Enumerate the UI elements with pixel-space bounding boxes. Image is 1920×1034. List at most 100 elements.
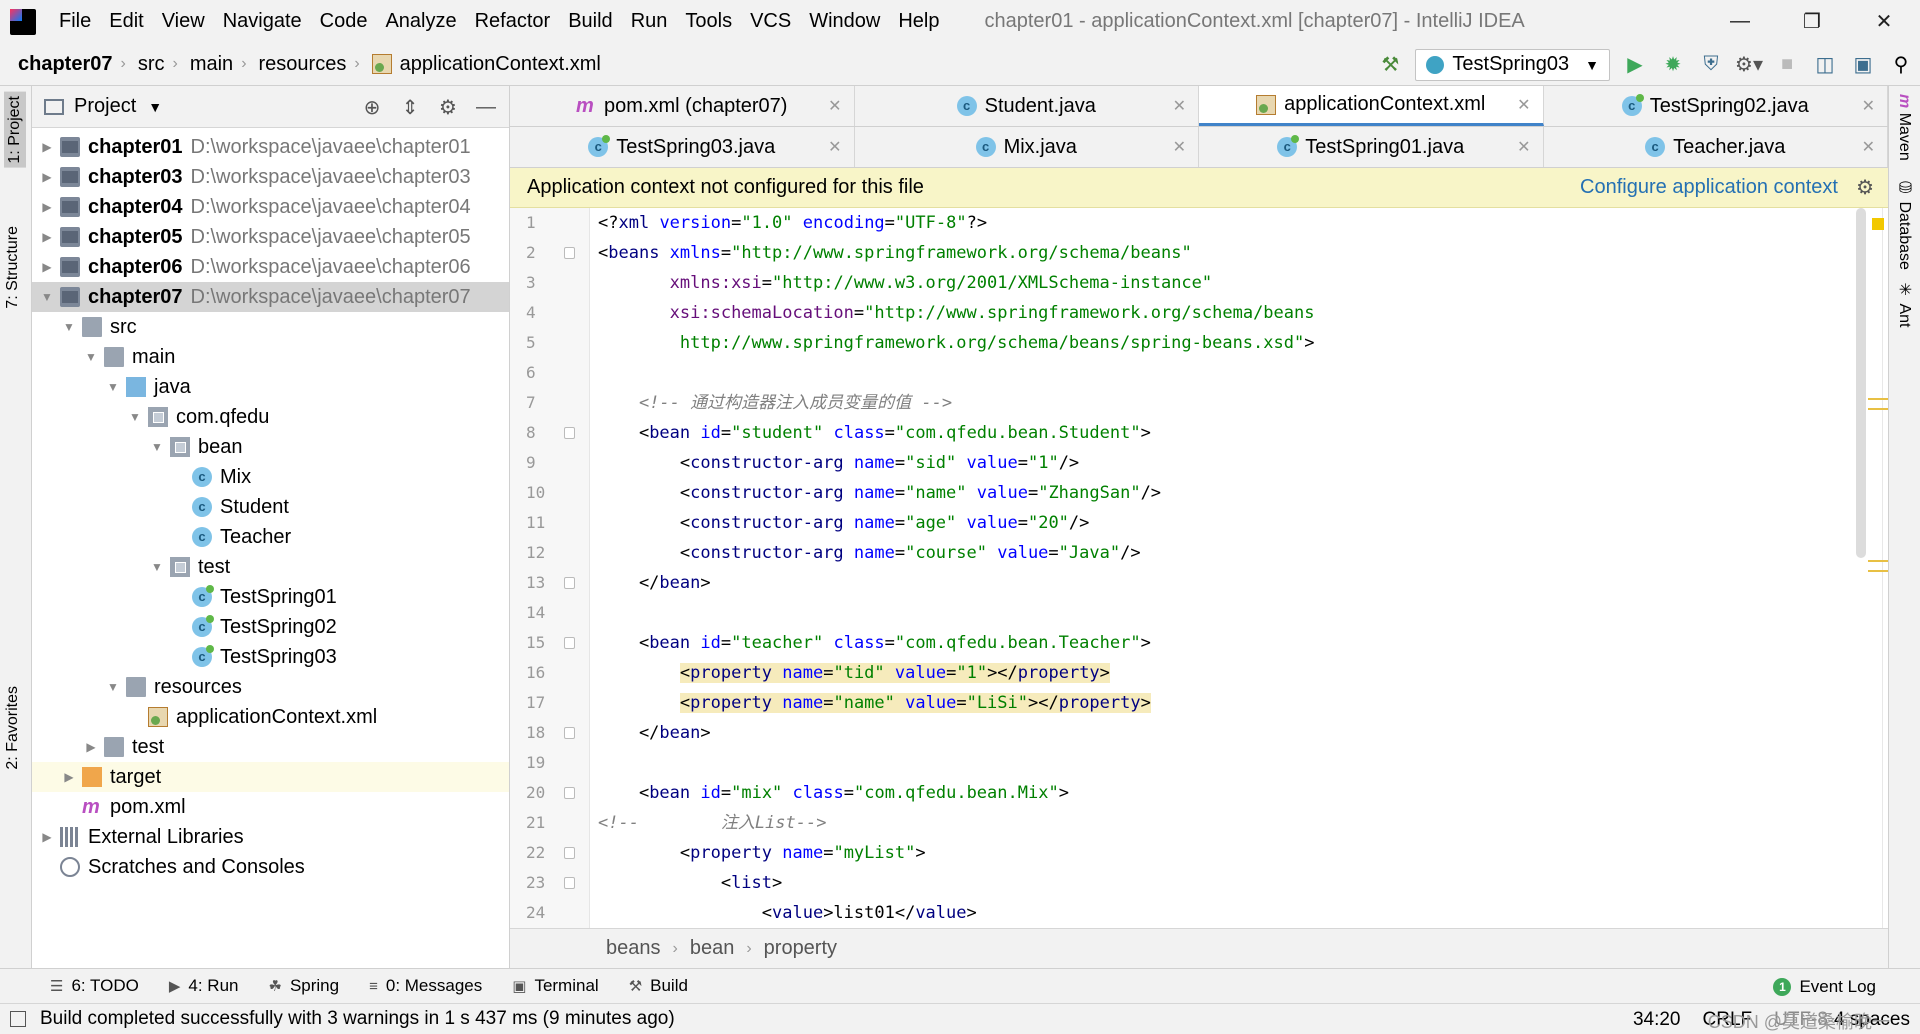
fold-marker-icon[interactable] xyxy=(564,637,575,649)
tree-node[interactable]: ▶ chapter06 D:\workspace\javaee\chapter06 xyxy=(32,252,509,282)
tree-node[interactable]: ▶ target xyxy=(32,762,509,792)
line-number[interactable]: 2 xyxy=(510,238,589,268)
breadcrumb-item[interactable]: resources xyxy=(251,53,351,76)
editor-tab[interactable]: c TestSpring01.java ✕ xyxy=(1199,127,1544,167)
line-number[interactable]: 4 xyxy=(510,298,589,328)
line-number[interactable]: 19 xyxy=(510,748,589,778)
editor-breadcrumb-item[interactable]: bean xyxy=(690,937,735,960)
maven-tool-tab[interactable]: m Maven xyxy=(1895,94,1913,161)
tree-node[interactable]: ▼ main xyxy=(32,342,509,372)
favorites-tool-tab[interactable]: 2: Favorites xyxy=(4,686,22,770)
chevron-down-icon[interactable]: ▼ xyxy=(148,99,162,115)
tool-window-messages[interactable]: ≡ 0: Messages xyxy=(369,976,482,996)
line-number[interactable]: 12 xyxy=(510,538,589,568)
code-line[interactable]: <!-- 注入List--> xyxy=(590,808,1888,838)
code-editor[interactable]: 1 2 3 4 5 6 7 8 9 10 11 12 13 14 15 16 17 18 19 20 21 22 23 24 … xyxy=(510,208,1888,928)
tree-node[interactable]: ▼ java xyxy=(32,372,509,402)
gear-icon[interactable]: ⚙ xyxy=(1856,175,1874,200)
tree-node[interactable]: ▶ chapter03 D:\workspace\javaee\chapter03 xyxy=(32,162,509,192)
fold-marker-icon[interactable] xyxy=(564,247,575,259)
close-icon[interactable]: ✕ xyxy=(828,96,841,116)
code-line[interactable]: http://www.springframework.org/schema/be… xyxy=(590,328,1888,358)
tree-node[interactable]: m pom.xml xyxy=(32,792,509,822)
menu-file[interactable]: File xyxy=(50,10,100,33)
fold-marker-icon[interactable] xyxy=(564,847,575,859)
breadcrumb-item[interactable]: chapter07 xyxy=(0,53,117,76)
tree-node[interactable]: ▼ resources xyxy=(32,672,509,702)
editor-tab[interactable]: m pom.xml (chapter07) ✕ xyxy=(510,86,855,126)
editor-tab[interactable]: c TestSpring02.java ✕ xyxy=(1544,86,1888,126)
collapse-arrow-icon[interactable]: ▶ xyxy=(38,260,56,274)
tree-node[interactable]: ▼ bean xyxy=(32,432,509,462)
code-line[interactable]: xsi:schemaLocation="http://www.springfra… xyxy=(590,298,1888,328)
editor-tab[interactable]: applicationContext.xml ✕ xyxy=(1199,86,1544,126)
event-log-button[interactable]: 1 Event Log xyxy=(1773,969,1876,1004)
tree-node[interactable]: ▶ chapter04 D:\workspace\javaee\chapter04 xyxy=(32,192,509,222)
line-number[interactable]: 1 xyxy=(510,208,589,238)
fold-marker-icon[interactable] xyxy=(564,577,575,589)
menu-view[interactable]: View xyxy=(153,10,214,33)
code-line[interactable]: <bean id="mix" class="com.qfedu.bean.Mix… xyxy=(590,778,1888,808)
code-line[interactable] xyxy=(590,748,1888,778)
expand-arrow-icon[interactable]: ▼ xyxy=(148,440,166,454)
menu-run[interactable]: Run xyxy=(622,10,677,33)
line-number[interactable]: 21 xyxy=(510,808,589,838)
code-line[interactable]: <bean id="student" class="com.qfedu.bean… xyxy=(590,418,1888,448)
editor-breadcrumb-item[interactable]: property xyxy=(764,937,837,960)
tool-window-terminal[interactable]: ▣ Terminal xyxy=(512,976,598,996)
code-line[interactable] xyxy=(590,598,1888,628)
tool-window-spring[interactable]: ☘ Spring xyxy=(269,976,340,996)
debug-icon[interactable]: ✹ xyxy=(1654,43,1692,86)
expand-arrow-icon[interactable]: ▼ xyxy=(126,410,144,424)
tree-node[interactable]: c Teacher xyxy=(32,522,509,552)
fold-marker-icon[interactable] xyxy=(564,427,575,439)
close-icon[interactable]: ✕ xyxy=(1848,0,1920,43)
hammer-build-icon[interactable]: ⚒ xyxy=(1371,43,1409,86)
close-icon[interactable]: ✕ xyxy=(1173,137,1186,157)
tree-node[interactable]: ▶ chapter01 D:\workspace\javaee\chapter01 xyxy=(32,132,509,162)
line-number[interactable]: 8 xyxy=(510,418,589,448)
line-number[interactable]: 17 xyxy=(510,688,589,718)
editor-tab[interactable]: c TestSpring03.java ✕ xyxy=(510,127,855,167)
code-line[interactable]: <constructor-arg name="course" value="Ja… xyxy=(590,538,1888,568)
line-number[interactable]: 6 xyxy=(510,358,589,388)
project-view-selector[interactable]: Project xyxy=(74,95,136,118)
close-icon[interactable]: ✕ xyxy=(1862,137,1875,157)
run-configuration-select[interactable]: TestSpring03 ▼ xyxy=(1415,48,1610,81)
coverage-icon[interactable]: ⛨ xyxy=(1692,43,1730,86)
collapse-arrow-icon[interactable]: ▶ xyxy=(38,230,56,244)
code-line[interactable]: <bean id="teacher" class="com.qfedu.bean… xyxy=(590,628,1888,658)
configure-context-link[interactable]: Configure application context xyxy=(1580,176,1838,199)
menu-refactor[interactable]: Refactor xyxy=(466,10,560,33)
code-line[interactable]: </bean> xyxy=(590,568,1888,598)
line-number[interactable]: 16 xyxy=(510,658,589,688)
menu-edit[interactable]: Edit xyxy=(100,10,152,33)
menu-build[interactable]: Build xyxy=(559,10,621,33)
structure-tool-tab[interactable]: 7: Structure xyxy=(4,226,22,309)
collapse-arrow-icon[interactable]: ▶ xyxy=(60,770,78,784)
menu-help[interactable]: Help xyxy=(889,10,948,33)
fold-marker-icon[interactable] xyxy=(564,727,575,739)
line-number[interactable]: 22 xyxy=(510,838,589,868)
tree-node[interactable]: ▼ com.qfedu xyxy=(32,402,509,432)
code-line[interactable]: <value>list01</value> xyxy=(590,898,1888,928)
tree-node[interactable]: ▼ src xyxy=(32,312,509,342)
run-icon[interactable]: ▶ xyxy=(1616,43,1654,86)
tree-node[interactable]: c Student xyxy=(32,492,509,522)
status-message[interactable]: Build completed successfully with 3 warn… xyxy=(40,1008,675,1030)
line-number[interactable]: 9 xyxy=(510,448,589,478)
close-icon[interactable]: ✕ xyxy=(1173,96,1186,116)
tree-node[interactable]: c TestSpring01 xyxy=(32,582,509,612)
fold-marker-icon[interactable] xyxy=(564,877,575,889)
project-tool-tab[interactable]: 1: Project xyxy=(4,92,26,168)
tool-window-run[interactable]: ▶ 4: Run xyxy=(169,976,239,996)
code-line[interactable]: <beans xmlns="http://www.springframework… xyxy=(590,238,1888,268)
caret-position[interactable]: 34:20 xyxy=(1633,1009,1681,1031)
code-line[interactable]: <property name="name" value="LiSi"></pro… xyxy=(590,688,1888,718)
project-structure-icon[interactable]: ◫ xyxy=(1806,43,1844,86)
close-icon[interactable]: ✕ xyxy=(1862,96,1875,116)
close-icon[interactable]: ✕ xyxy=(1517,137,1530,157)
line-number[interactable]: 5 xyxy=(510,328,589,358)
code-line[interactable]: xmlns:xsi="http://www.w3.org/2001/XMLSch… xyxy=(590,268,1888,298)
tree-node[interactable]: ▼ chapter07 D:\workspace\javaee\chapter07 xyxy=(32,282,509,312)
